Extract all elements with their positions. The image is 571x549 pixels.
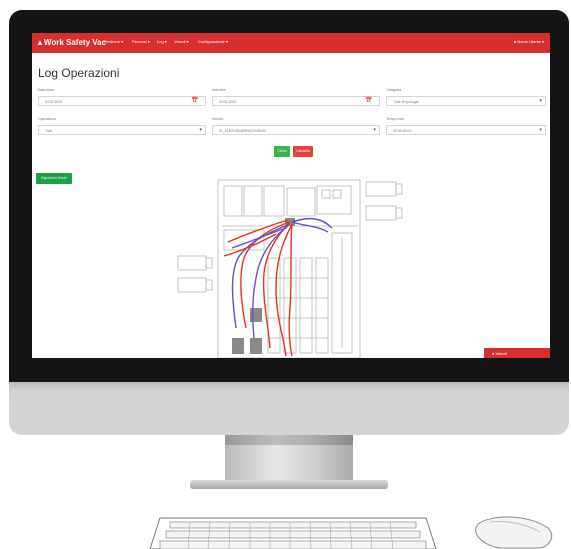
bottom-panel-tab-text: Veicoli <box>495 351 508 356</box>
monitor-stand-shadow <box>225 435 353 445</box>
user-menu[interactable]: ● Nome Utente ▾ <box>514 39 544 44</box>
truck-parking <box>365 205 397 221</box>
room <box>286 187 316 217</box>
brand-icon: ▲ <box>36 38 44 47</box>
truck-parking <box>177 255 207 271</box>
max-time-select[interactable]: 00:00:00:00 ▾ <box>386 125 546 135</box>
truck-parking <box>365 181 397 197</box>
max-time-label: Tempo max <box>386 117 405 121</box>
shelving <box>299 257 313 354</box>
operation-label: Operazione <box>38 117 57 121</box>
vehicle-icon: ● <box>492 351 495 356</box>
date-to-input[interactable]: 31/01/2021 <box>212 96 380 106</box>
nav-item-veicoli[interactable]: Veicoli ▾ <box>174 39 189 44</box>
date-from-input[interactable]: 01/01/2021 <box>38 96 206 106</box>
truck-parking <box>205 257 213 269</box>
operation-select[interactable]: Tutti ▾ <box>38 125 206 135</box>
date-to-value: 31/01/2021 <box>219 99 237 104</box>
vehicle-track-red <box>223 219 293 357</box>
nav-item-percorsi[interactable]: Percorsi ▾ <box>132 39 150 44</box>
category-value: Tutte le tipologie <box>393 99 419 104</box>
brand-logo[interactable]: ▲Work Safety Vac <box>36 38 106 47</box>
monitor-chin <box>9 382 569 435</box>
category-select[interactable]: Tutte le tipologie ▾ <box>386 96 546 106</box>
user-name: Nome Utente ▾ <box>517 39 544 44</box>
shelving <box>267 257 281 354</box>
machine-block <box>250 308 262 322</box>
date-to-label: Data fine <box>212 88 227 92</box>
office-room <box>223 185 243 217</box>
calendar-icon[interactable]: 📅 <box>191 97 198 104</box>
keyboard <box>149 517 437 549</box>
export-excel-button[interactable]: Esporta in Excel <box>36 173 72 184</box>
chevron-down-icon: ▾ <box>373 127 376 133</box>
nav-item-gestione[interactable]: Gestione ▾ <box>104 39 123 44</box>
chevron-down-icon: ▾ <box>539 98 542 104</box>
page-title: Log Operazioni <box>38 66 120 80</box>
chevron-down-icon: ▾ <box>539 127 542 133</box>
office-room <box>243 185 263 217</box>
vehicle-label: Veicolo <box>212 117 224 121</box>
screen: ▲Work Safety Vac Gestione ▾ Percorsi ▾ L… <box>32 33 550 358</box>
equipment <box>321 189 331 199</box>
calendar-icon[interactable]: 📅 <box>365 97 372 104</box>
truck-parking <box>395 183 403 195</box>
brand-name: Work Safety Vac <box>43 38 107 47</box>
bottom-panel-tab-label: ● Veicoli <box>492 351 507 356</box>
nav-item-configurazione[interactable]: Configurazione ▾ <box>198 39 228 44</box>
date-from-value: 01/01/2021 <box>45 99 63 104</box>
floor-plan-map[interactable] <box>172 178 412 358</box>
category-label: Categoria <box>386 88 402 92</box>
user-icon: ● <box>513 39 517 44</box>
mouse <box>475 516 553 549</box>
machine-block <box>250 338 262 354</box>
vehicle-value: ID_A1B2C3D4E5F6G7H8I9J0 <box>219 128 267 133</box>
max-time-value: 00:00:00:00 <box>393 128 412 133</box>
machine-block <box>232 338 244 354</box>
nav-item-log[interactable]: Log ▾ <box>157 39 167 44</box>
date-from-label: Data inizio <box>38 88 55 92</box>
office-room <box>263 185 285 217</box>
truck-parking <box>177 277 207 293</box>
truck-parking <box>205 279 213 291</box>
vehicle-select[interactable]: ID_A1B2C3D4E5F6G7H8I9J0 ▾ <box>212 125 380 135</box>
search-button[interactable]: Cerca <box>274 146 290 157</box>
chevron-down-icon: ▾ <box>199 127 202 133</box>
operation-value: Tutti <box>45 128 52 133</box>
monitor-stand-foot <box>190 480 388 489</box>
equipment <box>332 189 342 199</box>
top-navbar: ▲Work Safety Vac Gestione ▾ Percorsi ▾ L… <box>32 33 550 53</box>
reset-button[interactable]: Cancella <box>293 146 313 157</box>
shelving <box>315 257 329 354</box>
truck-parking <box>395 207 403 219</box>
